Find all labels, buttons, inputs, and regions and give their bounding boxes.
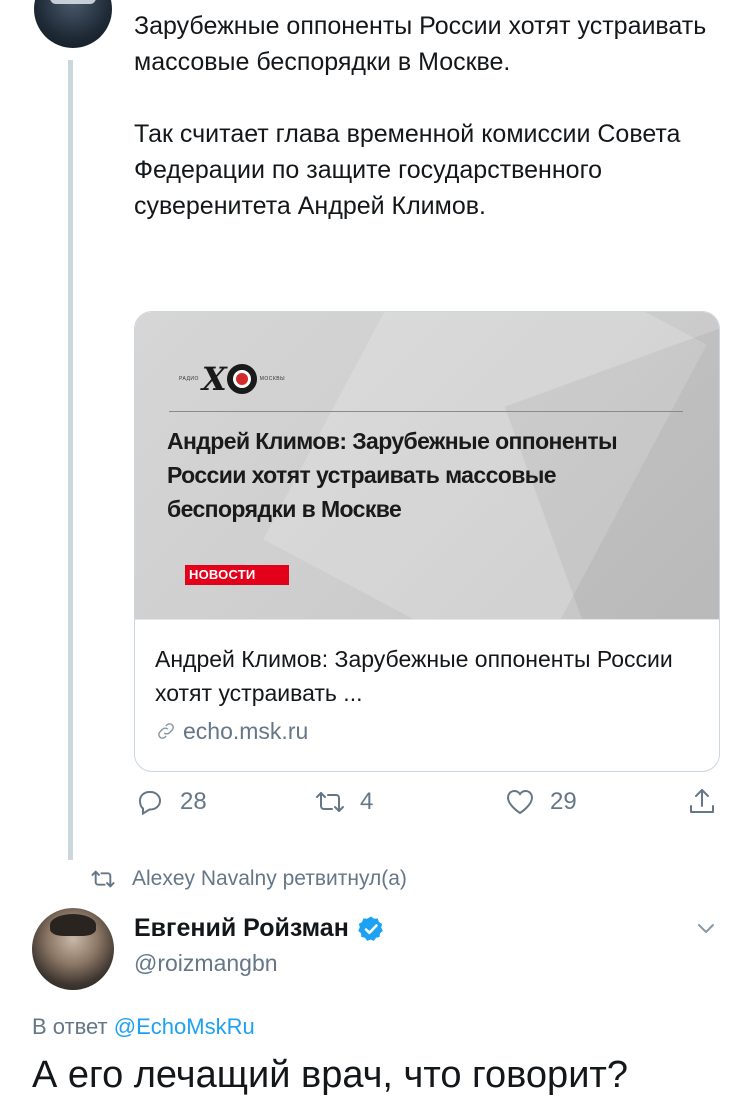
reply-context: В ответ @EchoMskRu: [32, 1014, 255, 1040]
retweet-icon: [316, 792, 344, 812]
retweet-button[interactable]: 4: [314, 786, 373, 818]
card-body[interactable]: Андрей Климов: Зарубежные оппоненты Росс…: [135, 619, 719, 746]
author-avatar[interactable]: [32, 908, 114, 990]
divider: [169, 411, 683, 412]
logo-small-text: МОСКВЫ: [259, 376, 286, 382]
heart-icon: [506, 789, 534, 815]
card-domain: echo.msk.ru: [155, 716, 699, 746]
retweet-notice: Alexey Navalny ретвитнул(а): [90, 866, 407, 892]
tweet-paragraph: Зарубежные оппоненты России хотят устраи…: [134, 12, 707, 76]
logo-circle-icon: [226, 364, 257, 394]
logo-letter-x: X: [201, 360, 227, 398]
display-name[interactable]: Евгений Ройзман: [134, 914, 349, 943]
card-title: Андрей Климов: Зарубежные оппоненты Росс…: [155, 646, 673, 706]
verified-badge-icon: [357, 915, 385, 943]
reply-count: 28: [180, 788, 207, 815]
news-badge: НОВОСТИ: [185, 565, 289, 585]
author-handle[interactable]: @roizmangbn: [134, 950, 278, 977]
chevron-down-icon[interactable]: [694, 916, 718, 940]
logo-small-text: РАДИО: [179, 376, 199, 382]
card-image-headline: Андрей Климов: Зарубежные оппоненты Росс…: [167, 428, 618, 522]
link-icon: [158, 723, 174, 739]
reply-button[interactable]: 28: [134, 786, 207, 818]
author-avatar-top[interactable]: [34, 0, 112, 48]
thread-connector: [68, 60, 73, 860]
reply-prefix: В ответ: [32, 1014, 108, 1039]
share-button[interactable]: [686, 786, 718, 818]
retweet-notice-text[interactable]: Alexey Navalny ретвитнул(а): [132, 867, 407, 891]
card-domain-text: echo.msk.ru: [183, 718, 309, 744]
share-icon: [690, 789, 714, 813]
author-name-row[interactable]: Евгений Ройзман: [134, 914, 385, 943]
tweet-text: Зарубежные оппоненты России хотят устраи…: [134, 8, 714, 224]
tweet-paragraph: Так считает глава временной комиссии Сов…: [134, 120, 681, 220]
like-count: 29: [550, 788, 577, 815]
retweet-count: 4: [360, 788, 374, 815]
tweet-actions: 28 4 29: [134, 786, 724, 830]
reply-mention-link[interactable]: @EchoMskRu: [114, 1014, 255, 1039]
avatar-logo-mark: [50, 0, 96, 4]
reply-icon: [138, 791, 162, 816]
like-button[interactable]: 29: [504, 786, 577, 818]
card-image[interactable]: РАДИО X МОСКВЫ Андрей Климов: Зарубежные…: [135, 312, 719, 619]
echo-logo: РАДИО X МОСКВЫ: [179, 360, 286, 398]
link-preview-card[interactable]: РАДИО X МОСКВЫ Андрей Климов: Зарубежные…: [134, 311, 720, 772]
retweet-icon: [91, 870, 115, 888]
reply-tweet-text: А его лечащий врач, что говорит?: [32, 1054, 628, 1096]
